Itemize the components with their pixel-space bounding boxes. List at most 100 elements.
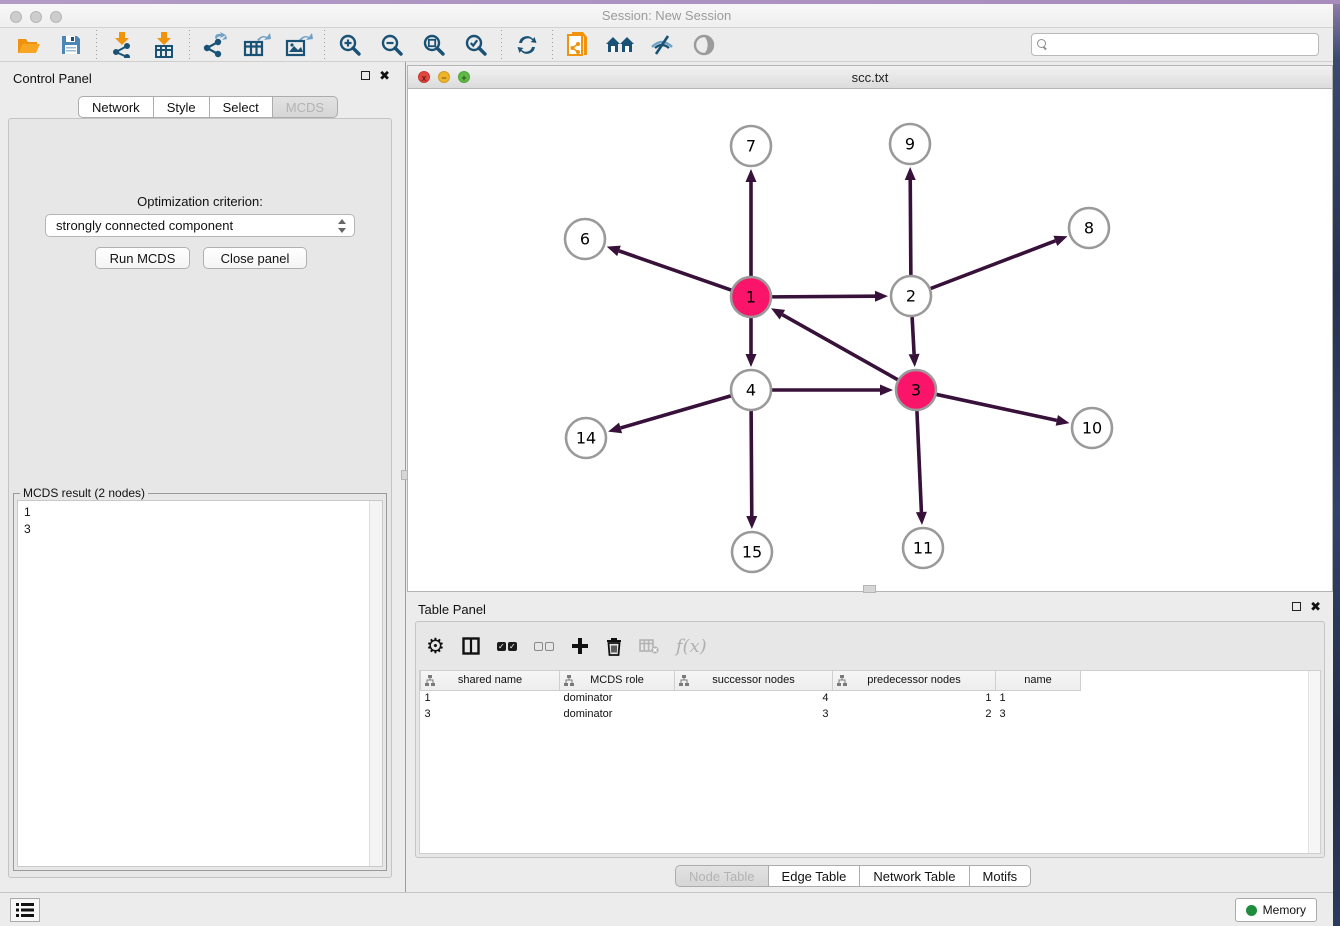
mcds-result-list[interactable]: 1 3 xyxy=(17,500,383,867)
tab-motifs[interactable]: Motifs xyxy=(969,865,1032,887)
toolbar-separator xyxy=(324,30,325,60)
search-input[interactable] xyxy=(1051,38,1318,52)
column-visibility-icon[interactable] xyxy=(462,637,480,655)
panel-splitter[interactable] xyxy=(400,62,407,892)
graph-edge-1-2[interactable] xyxy=(772,296,875,297)
show-panel-eye-icon[interactable] xyxy=(683,30,725,60)
tab-mcds[interactable]: MCDS xyxy=(272,96,338,118)
delete-column-icon[interactable] xyxy=(606,637,622,656)
network-overview-icon[interactable] xyxy=(599,30,641,60)
import-network-icon[interactable] xyxy=(101,30,143,60)
apply-function-icon: f(x) xyxy=(676,636,707,657)
graph-node-label: 14 xyxy=(576,429,596,448)
graph-edge-4-15[interactable] xyxy=(751,411,752,516)
graph-edge-1-6[interactable] xyxy=(619,251,731,290)
table-panel: Table Panel ✖ ⚙ ✓✓ xyxy=(407,595,1333,892)
network-window-title: scc.txt xyxy=(408,70,1332,85)
graph-node-label: 1 xyxy=(746,288,756,307)
graph-node-label: 9 xyxy=(905,135,915,154)
deselect-all-columns-icon[interactable] xyxy=(534,642,554,651)
desktop-right-edge xyxy=(1333,4,1340,926)
close-panel-button[interactable]: Close panel xyxy=(203,247,307,269)
zoom-fit-icon[interactable] xyxy=(413,30,455,60)
graph-edge-arrowhead xyxy=(607,246,621,256)
status-bar: Memory xyxy=(0,892,1333,926)
cell-successor-nodes[interactable]: 3 xyxy=(675,706,833,722)
task-history-button[interactable] xyxy=(10,898,40,922)
graph-edge-3-10[interactable] xyxy=(937,394,1057,420)
result-scrollbar[interactable] xyxy=(369,501,382,866)
network-graph[interactable]: 1234678910111415 xyxy=(408,89,1332,591)
clone-network-icon[interactable] xyxy=(557,30,599,60)
graph-edge-arrowhead xyxy=(1053,236,1067,246)
network-view-window: x − + scc.txt 1234678910111415 xyxy=(407,65,1333,592)
control-panel-title: Control Panel xyxy=(13,71,92,86)
column-header-shared-name[interactable]: shared name xyxy=(421,671,560,690)
mcds-result-box: MCDS result (2 nodes) 1 3 xyxy=(13,493,387,871)
select-all-columns-icon[interactable]: ✓✓ xyxy=(497,642,517,651)
float-panel-icon[interactable] xyxy=(361,71,370,80)
cell-mcds-role[interactable]: dominator xyxy=(560,706,675,722)
tab-network[interactable]: Network xyxy=(78,96,154,118)
open-session-icon[interactable] xyxy=(8,30,50,60)
delete-table-icon xyxy=(639,639,659,654)
hide-panel-eye-icon[interactable] xyxy=(641,30,683,60)
refresh-view-icon[interactable] xyxy=(506,30,548,60)
column-header-predecessor-nodes[interactable]: predecessor nodes xyxy=(833,671,996,690)
tab-node-table[interactable]: Node Table xyxy=(675,865,769,887)
import-table-icon[interactable] xyxy=(143,30,185,60)
toolbar-separator xyxy=(189,30,190,60)
node-table: shared name MCDS role successor nodes pr… xyxy=(419,670,1321,854)
cell-shared-name[interactable]: 3 xyxy=(421,706,560,722)
run-mcds-button[interactable]: Run MCDS xyxy=(95,247,190,269)
cell-predecessor-nodes[interactable]: 1 xyxy=(833,690,996,706)
tab-select[interactable]: Select xyxy=(209,96,273,118)
graph-edge-2-8[interactable] xyxy=(931,241,1056,289)
graph-edge-4-14[interactable] xyxy=(621,396,731,428)
export-image-icon[interactable] xyxy=(278,30,320,60)
memory-button[interactable]: Memory xyxy=(1235,898,1317,922)
cell-name[interactable]: 3 xyxy=(996,706,1081,722)
close-table-panel-icon[interactable]: ✖ xyxy=(1310,601,1321,612)
cell-predecessor-nodes[interactable]: 2 xyxy=(833,706,996,722)
zoom-selected-icon[interactable] xyxy=(455,30,497,60)
control-panel: Control Panel ✖ Network Style Select MCD… xyxy=(0,62,400,892)
hierarchy-icon xyxy=(564,675,574,689)
export-table-icon[interactable] xyxy=(236,30,278,60)
column-header-mcds-role[interactable]: MCDS role xyxy=(560,671,675,690)
graph-edge-2-3[interactable] xyxy=(912,317,914,354)
table-scrollbar[interactable] xyxy=(1308,671,1320,853)
tab-style[interactable]: Style xyxy=(153,96,210,118)
table-row[interactable]: 3 dominator 3 2 3 xyxy=(421,706,1081,722)
hierarchy-icon xyxy=(837,675,847,689)
save-session-icon[interactable] xyxy=(50,30,92,60)
table-row[interactable]: 1 dominator 4 1 1 xyxy=(421,690,1081,706)
node-table-grid[interactable]: shared name MCDS role successor nodes pr… xyxy=(420,671,1081,722)
table-toolbar: ⚙ ✓✓ f(x xyxy=(426,628,707,664)
cell-successor-nodes[interactable]: 4 xyxy=(675,690,833,706)
tab-network-table[interactable]: Network Table xyxy=(859,865,969,887)
zoom-in-icon[interactable] xyxy=(329,30,371,60)
cell-shared-name[interactable]: 1 xyxy=(421,690,560,706)
graph-edge-3-1[interactable] xyxy=(782,315,897,380)
table-settings-icon[interactable]: ⚙ xyxy=(426,636,445,656)
graph-edge-2-9[interactable] xyxy=(910,180,911,275)
table-header-row: shared name MCDS role successor nodes pr… xyxy=(421,671,1081,690)
mcds-panel: Optimization criterion: strongly connect… xyxy=(8,118,392,878)
graph-edge-3-11[interactable] xyxy=(917,411,921,512)
column-header-name[interactable]: name xyxy=(996,671,1081,690)
export-network-icon[interactable] xyxy=(194,30,236,60)
search-field[interactable] xyxy=(1031,33,1319,56)
add-column-icon[interactable] xyxy=(571,637,589,655)
cell-mcds-role[interactable]: dominator xyxy=(560,690,675,706)
tab-edge-table[interactable]: Edge Table xyxy=(768,865,861,887)
optimization-criterion-select[interactable]: strongly connected component xyxy=(45,214,355,237)
close-panel-icon[interactable]: ✖ xyxy=(379,70,390,81)
cell-name[interactable]: 1 xyxy=(996,690,1081,706)
float-table-panel-icon[interactable] xyxy=(1292,602,1301,611)
network-splitter-handle[interactable] xyxy=(863,585,876,593)
column-header-successor-nodes[interactable]: successor nodes xyxy=(675,671,833,690)
zoom-out-icon[interactable] xyxy=(371,30,413,60)
toolbar-separator xyxy=(501,30,502,60)
list-icon xyxy=(16,903,34,917)
